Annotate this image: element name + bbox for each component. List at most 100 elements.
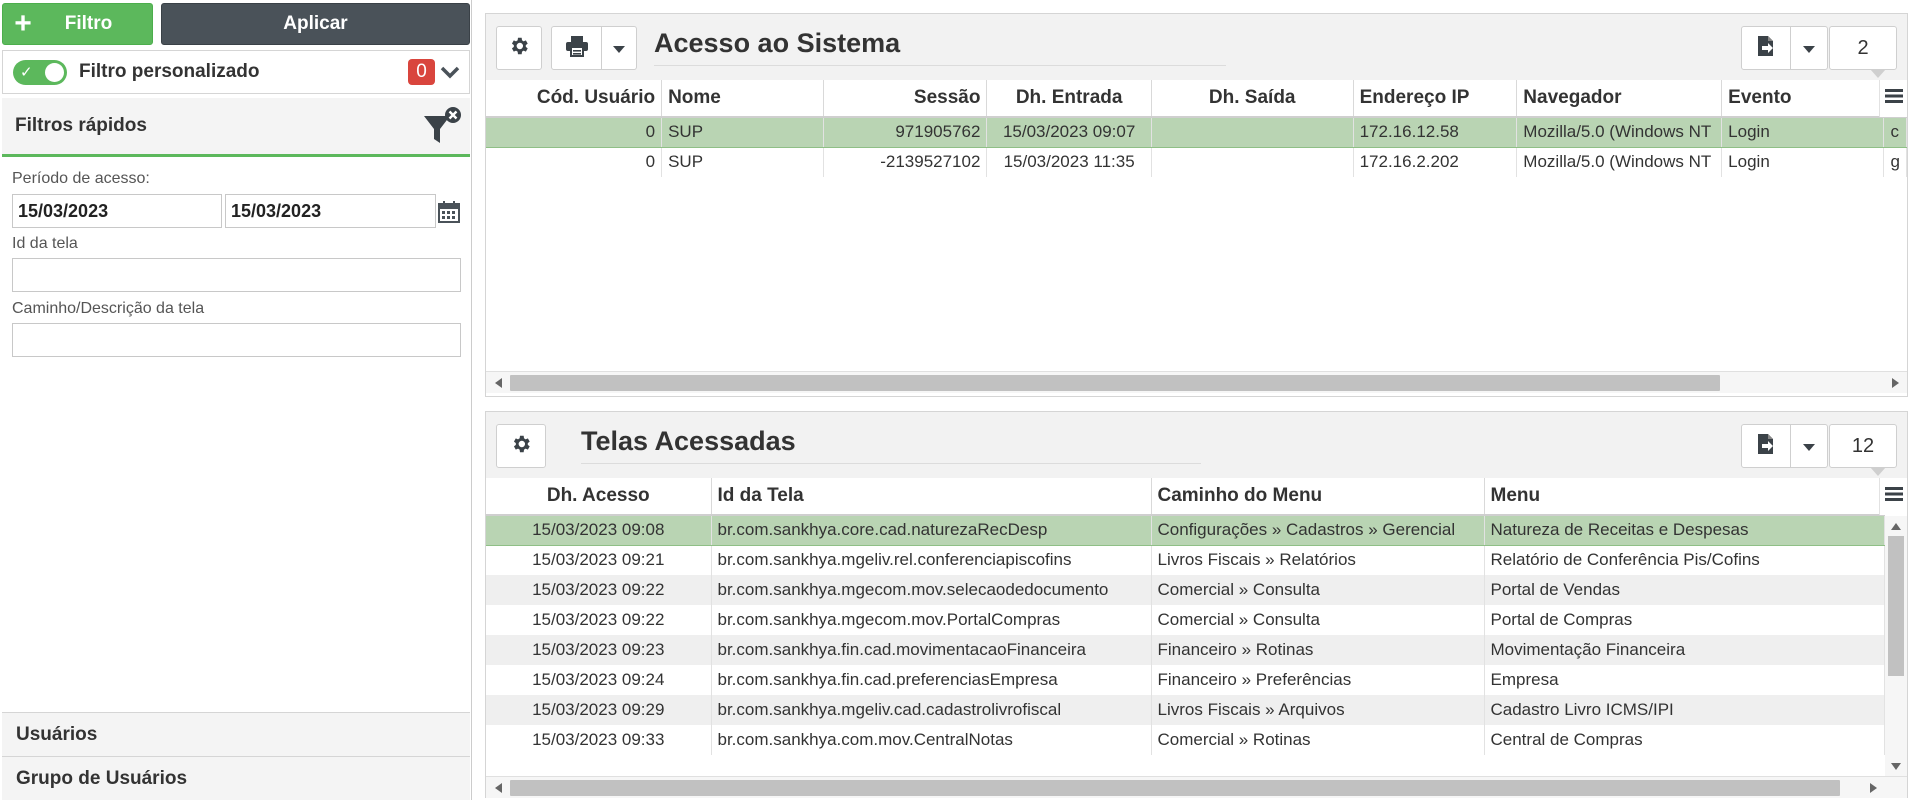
access-panel-header: Acesso ao Sistema 2 <box>486 14 1907 80</box>
cell-access-time: 15/03/2023 09:24 <box>486 665 712 695</box>
cell-access-time: 15/03/2023 09:21 <box>486 545 712 575</box>
print-button[interactable] <box>551 26 602 70</box>
arrow-right-icon[interactable] <box>1885 372 1905 394</box>
custom-filter-toggle[interactable]: ✓ <box>13 59 67 85</box>
cell-access-time: 15/03/2023 09:29 <box>486 695 712 725</box>
screens-columns-menu[interactable] <box>1879 478 1907 515</box>
col-name[interactable]: Nome <box>661 80 825 118</box>
col-menu[interactable]: Menu <box>1484 478 1885 516</box>
access-columns-menu[interactable] <box>1879 80 1907 117</box>
scroll-thumb[interactable] <box>1888 536 1904 676</box>
scroll-thumb[interactable] <box>510 375 1720 391</box>
arrow-left-icon[interactable] <box>488 372 508 394</box>
cell-screen-id: br.com.sankhya.mgeliv.rel.conferenciapis… <box>711 545 1152 575</box>
table-row[interactable]: 15/03/2023 09:22 br.com.sankhya.mgecom.m… <box>486 575 1885 605</box>
print-options-button[interactable] <box>601 26 637 70</box>
arrow-down-icon[interactable] <box>1885 756 1907 776</box>
accordion-user-groups[interactable]: Grupo de Usuários <box>2 756 470 800</box>
title-underline <box>654 65 1226 66</box>
app-window: + Filtro Aplicar ✓ Filtro personalizado … <box>0 0 1915 800</box>
export-icon <box>1756 34 1776 63</box>
col-access-time[interactable]: Dh. Acesso <box>486 478 712 516</box>
screens-export-button[interactable] <box>1741 424 1791 468</box>
screens-panel: Telas Acessadas 12 Dh. Acesso Id da Tela… <box>485 411 1908 798</box>
calendar-icon[interactable] <box>437 200 461 224</box>
screens-vertical-scrollbar[interactable] <box>1885 516 1907 776</box>
cell-access-time: 15/03/2023 09:22 <box>486 575 712 605</box>
col-browser[interactable]: Navegador <box>1516 80 1723 118</box>
cell-menu: Relatório de Conferência Pis/Cofins <box>1484 545 1885 575</box>
col-logout-time[interactable]: Dh. Saída <box>1151 80 1354 118</box>
cell-menu-path: Comercial » Rotinas <box>1151 725 1485 755</box>
cell-menu: Portal de Compras <box>1484 605 1885 635</box>
plus-icon: + <box>14 7 32 40</box>
table-row[interactable]: 0 SUP -2139527102 15/03/2023 11:35 172.1… <box>486 147 1907 177</box>
hamburger-icon <box>1884 88 1903 109</box>
cell-screen-id: br.com.sankhya.mgeliv.cad.cadastrolivrof… <box>711 695 1152 725</box>
screens-record-count: 12 <box>1829 424 1897 476</box>
table-row[interactable]: 15/03/2023 09:24 br.com.sankhya.fin.cad.… <box>486 665 1885 695</box>
table-row[interactable]: 15/03/2023 09:22 br.com.sankhya.mgecom.m… <box>486 605 1885 635</box>
cell-menu-path: Comercial » Consulta <box>1151 575 1485 605</box>
access-export-options-button[interactable] <box>1790 26 1828 70</box>
custom-filter-label: Filtro personalizado <box>79 61 260 82</box>
cell-menu: Empresa <box>1484 665 1885 695</box>
cell-screen-id: br.com.sankhya.core.cad.naturezaRecDesp <box>711 514 1152 546</box>
cell-menu-path: Livros Fiscais » Arquivos <box>1151 695 1485 725</box>
col-session[interactable]: Sessão <box>823 80 988 118</box>
access-settings-button[interactable] <box>496 26 542 70</box>
cell-access-time: 15/03/2023 09:23 <box>486 635 712 665</box>
screen-path-label: Caminho/Descrição da tela <box>12 300 205 317</box>
col-menu-path[interactable]: Caminho do Menu <box>1151 478 1485 516</box>
arrow-right-icon[interactable] <box>1863 777 1883 799</box>
access-horizontal-scrollbar[interactable] <box>486 371 1907 393</box>
custom-filter-count-badge: 0 <box>408 59 435 85</box>
col-ip-address[interactable]: Endereço IP <box>1353 80 1518 118</box>
custom-filter-row: ✓ Filtro personalizado 0 <box>2 50 470 94</box>
access-export-button[interactable] <box>1741 26 1791 70</box>
col-screen-id[interactable]: Id da Tela <box>711 478 1152 516</box>
gear-icon <box>508 35 530 62</box>
col-user-code[interactable]: Cód. Usuário <box>486 80 663 118</box>
table-row[interactable]: 15/03/2023 09:29 br.com.sankhya.mgeliv.c… <box>486 695 1885 725</box>
apply-button[interactable]: Aplicar <box>161 3 470 45</box>
hamburger-icon <box>1884 486 1903 507</box>
screens-settings-button[interactable] <box>496 424 546 468</box>
cell-menu: Portal de Vendas <box>1484 575 1885 605</box>
table-row[interactable]: 0 SUP 971905762 15/03/2023 09:07 172.16.… <box>486 116 1907 148</box>
table-row[interactable]: 15/03/2023 09:08 br.com.sankhya.core.cad… <box>486 514 1885 546</box>
table-row[interactable]: 15/03/2023 09:21 br.com.sankhya.mgeliv.r… <box>486 545 1885 575</box>
funnel-clear-icon[interactable] <box>420 104 464 148</box>
screens-horizontal-scrollbar[interactable] <box>486 776 1907 798</box>
quick-filters-header[interactable]: Filtros rápidos <box>2 98 470 157</box>
screen-id-input[interactable] <box>12 258 461 292</box>
cell-menu-path: Financeiro » Preferências <box>1151 665 1485 695</box>
screens-grid: Dh. Acesso Id da Tela Caminho do Menu Me… <box>486 478 1885 776</box>
cell-user-code: 0 <box>486 147 663 177</box>
accordion-users[interactable]: Usuários <box>2 712 470 756</box>
cell-screen-id: br.com.sankhya.fin.cad.preferenciasEmpre… <box>711 665 1152 695</box>
cell-name: SUP <box>661 147 825 177</box>
cell-menu-path: Financeiro » Rotinas <box>1151 635 1485 665</box>
screen-path-input[interactable] <box>12 323 461 357</box>
cell-name: SUP <box>661 116 825 148</box>
add-filter-label: Filtro <box>64 13 113 34</box>
cell-menu: Cadastro Livro ICMS/IPI <box>1484 695 1885 725</box>
date-to-input[interactable] <box>225 194 436 228</box>
col-login-time[interactable]: Dh. Entrada <box>986 80 1152 118</box>
table-row[interactable]: 15/03/2023 09:33 br.com.sankhya.com.mov.… <box>486 725 1885 755</box>
arrow-left-icon[interactable] <box>488 777 508 799</box>
arrow-up-icon[interactable] <box>1885 516 1907 536</box>
add-filter-button[interactable]: + Filtro <box>2 3 153 45</box>
chevron-down-icon[interactable] <box>435 59 465 85</box>
cell-session: 971905762 <box>823 116 988 148</box>
col-event[interactable]: Evento <box>1721 80 1885 118</box>
cell-event: Login <box>1721 116 1885 148</box>
screen-id-label: Id da tela <box>12 235 78 252</box>
cell-menu: Central de Compras <box>1484 725 1885 755</box>
access-table: Cód. Usuário Nome Sessão Dh. Entrada Dh.… <box>486 80 1907 177</box>
table-row[interactable]: 15/03/2023 09:23 br.com.sankhya.fin.cad.… <box>486 635 1885 665</box>
screens-export-options-button[interactable] <box>1790 424 1828 468</box>
scroll-thumb[interactable] <box>510 780 1840 796</box>
date-from-input[interactable] <box>12 194 222 228</box>
